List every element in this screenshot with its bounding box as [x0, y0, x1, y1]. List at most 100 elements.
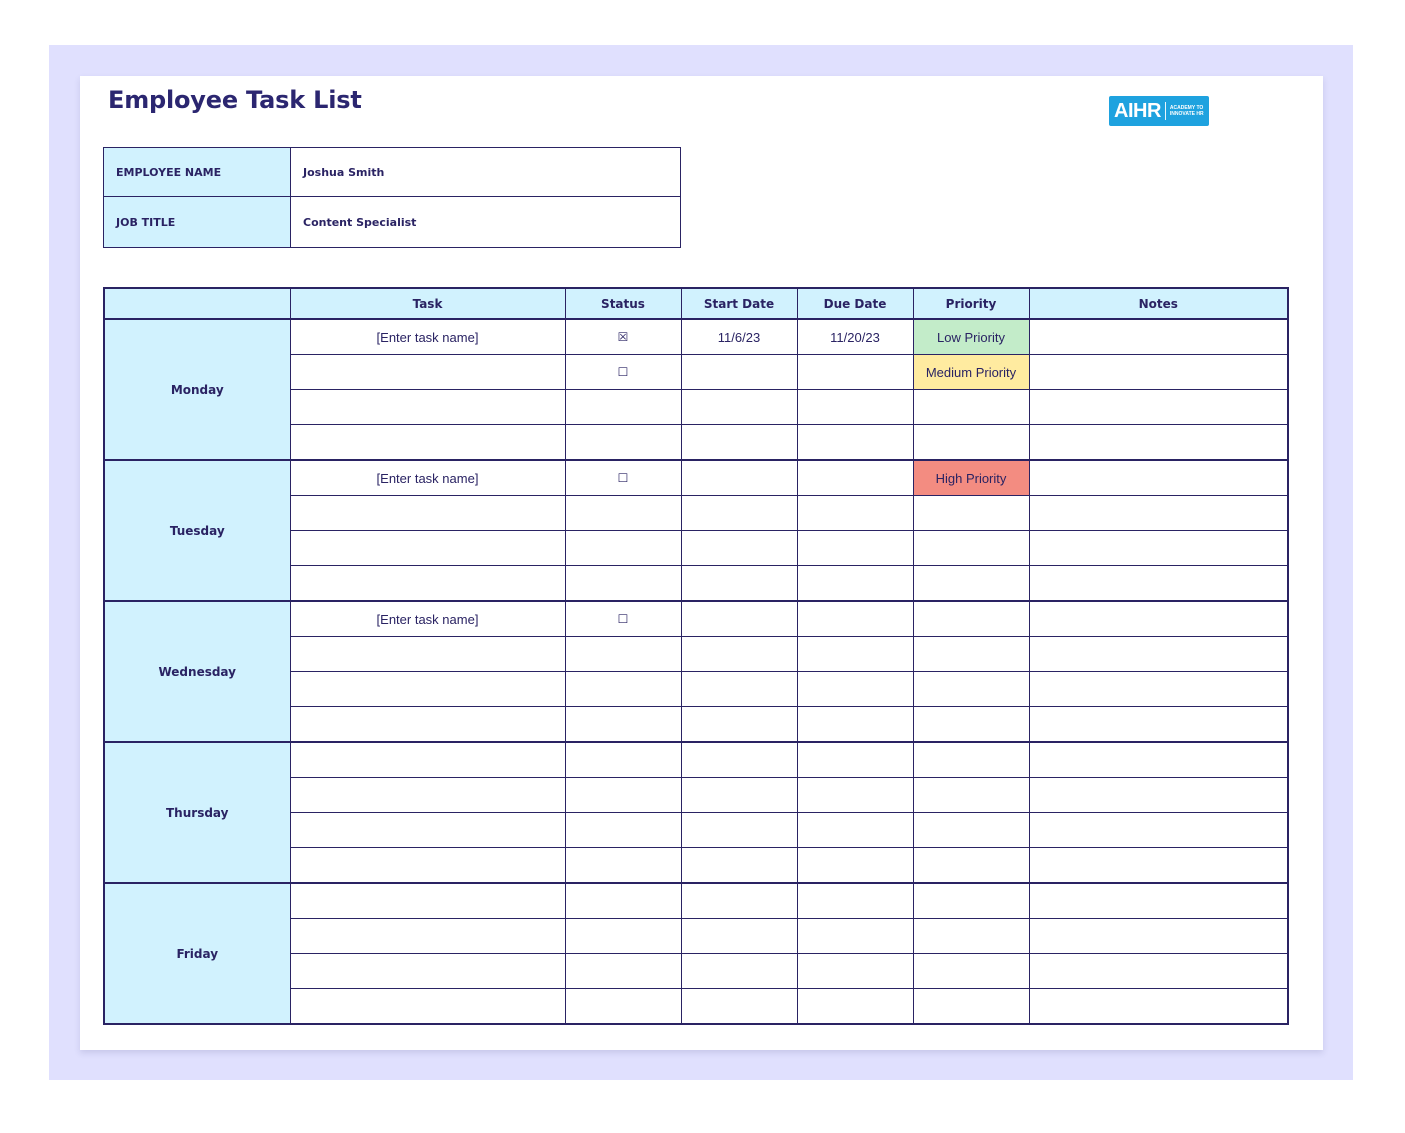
status-checkbox[interactable]	[564, 741, 682, 778]
employee-name-field[interactable]: Joshua Smith	[290, 147, 681, 197]
priority-cell[interactable]	[912, 988, 1030, 1025]
task-cell[interactable]	[289, 988, 566, 1025]
priority-cell[interactable]	[912, 847, 1030, 884]
task-cell[interactable]	[289, 671, 566, 707]
notes-cell[interactable]	[1028, 918, 1289, 954]
due-date-cell[interactable]	[796, 988, 914, 1025]
notes-cell[interactable]	[1028, 812, 1289, 848]
status-checkbox[interactable]	[564, 671, 682, 707]
task-cell[interactable]	[289, 530, 566, 566]
task-cell[interactable]	[289, 741, 566, 778]
start-date-cell[interactable]	[680, 389, 798, 425]
notes-cell[interactable]	[1028, 882, 1289, 919]
status-checkbox[interactable]	[564, 882, 682, 919]
start-date-cell[interactable]: 11/6/23	[680, 318, 798, 355]
start-date-cell[interactable]	[680, 530, 798, 566]
due-date-cell[interactable]	[796, 354, 914, 390]
notes-cell[interactable]	[1028, 671, 1289, 707]
priority-cell[interactable]	[912, 600, 1030, 637]
status-checkbox[interactable]: ☐	[564, 600, 682, 637]
priority-cell[interactable]	[912, 918, 1030, 954]
status-checkbox[interactable]	[564, 424, 682, 461]
status-checkbox[interactable]	[564, 636, 682, 672]
status-checkbox[interactable]	[564, 918, 682, 954]
priority-cell[interactable]: Low Priority	[912, 318, 1030, 355]
notes-cell[interactable]	[1028, 636, 1289, 672]
status-checkbox[interactable]: ☐	[564, 354, 682, 390]
due-date-cell[interactable]	[796, 600, 914, 637]
start-date-cell[interactable]	[680, 918, 798, 954]
notes-cell[interactable]	[1028, 706, 1289, 743]
task-cell[interactable]	[289, 424, 566, 461]
notes-cell[interactable]	[1028, 847, 1289, 884]
notes-cell[interactable]	[1028, 530, 1289, 566]
start-date-cell[interactable]	[680, 741, 798, 778]
task-cell[interactable]	[289, 389, 566, 425]
due-date-cell[interactable]	[796, 671, 914, 707]
start-date-cell[interactable]	[680, 953, 798, 989]
notes-cell[interactable]	[1028, 459, 1289, 496]
status-checkbox[interactable]: ☒	[564, 318, 682, 355]
start-date-cell[interactable]	[680, 671, 798, 707]
start-date-cell[interactable]	[680, 847, 798, 884]
priority-cell[interactable]	[912, 424, 1030, 461]
start-date-cell[interactable]	[680, 600, 798, 637]
notes-cell[interactable]	[1028, 318, 1289, 355]
start-date-cell[interactable]	[680, 706, 798, 743]
task-cell[interactable]	[289, 495, 566, 531]
due-date-cell[interactable]	[796, 918, 914, 954]
notes-cell[interactable]	[1028, 389, 1289, 425]
notes-cell[interactable]	[1028, 424, 1289, 461]
task-cell[interactable]: [Enter task name]	[289, 459, 566, 496]
notes-cell[interactable]	[1028, 988, 1289, 1025]
priority-cell[interactable]	[912, 495, 1030, 531]
status-checkbox[interactable]	[564, 706, 682, 743]
status-checkbox[interactable]	[564, 988, 682, 1025]
task-cell[interactable]	[289, 847, 566, 884]
notes-cell[interactable]	[1028, 354, 1289, 390]
priority-cell[interactable]	[912, 671, 1030, 707]
task-cell[interactable]	[289, 354, 566, 390]
task-cell[interactable]	[289, 706, 566, 743]
task-cell[interactable]: [Enter task name]	[289, 318, 566, 355]
status-checkbox[interactable]: ☐	[564, 459, 682, 496]
start-date-cell[interactable]	[680, 459, 798, 496]
due-date-cell[interactable]	[796, 882, 914, 919]
task-cell[interactable]	[289, 636, 566, 672]
status-checkbox[interactable]	[564, 565, 682, 602]
notes-cell[interactable]	[1028, 495, 1289, 531]
start-date-cell[interactable]	[680, 882, 798, 919]
notes-cell[interactable]	[1028, 777, 1289, 813]
task-cell[interactable]	[289, 953, 566, 989]
start-date-cell[interactable]	[680, 777, 798, 813]
start-date-cell[interactable]	[680, 988, 798, 1025]
due-date-cell[interactable]	[796, 424, 914, 461]
due-date-cell[interactable]	[796, 389, 914, 425]
task-cell[interactable]	[289, 882, 566, 919]
status-checkbox[interactable]	[564, 847, 682, 884]
priority-cell[interactable]: High Priority	[912, 459, 1030, 496]
status-checkbox[interactable]	[564, 777, 682, 813]
task-cell[interactable]	[289, 565, 566, 602]
priority-cell[interactable]	[912, 389, 1030, 425]
job-title-field[interactable]: Content Specialist	[290, 196, 681, 248]
priority-cell[interactable]	[912, 530, 1030, 566]
due-date-cell[interactable]	[796, 530, 914, 566]
priority-cell[interactable]: Medium Priority	[912, 354, 1030, 390]
status-checkbox[interactable]	[564, 953, 682, 989]
due-date-cell[interactable]	[796, 812, 914, 848]
due-date-cell[interactable]	[796, 741, 914, 778]
due-date-cell[interactable]	[796, 953, 914, 989]
start-date-cell[interactable]	[680, 565, 798, 602]
due-date-cell[interactable]	[796, 777, 914, 813]
priority-cell[interactable]	[912, 565, 1030, 602]
priority-cell[interactable]	[912, 812, 1030, 848]
status-checkbox[interactable]	[564, 495, 682, 531]
due-date-cell[interactable]	[796, 565, 914, 602]
status-checkbox[interactable]	[564, 389, 682, 425]
due-date-cell[interactable]	[796, 847, 914, 884]
priority-cell[interactable]	[912, 636, 1030, 672]
start-date-cell[interactable]	[680, 636, 798, 672]
due-date-cell[interactable]	[796, 495, 914, 531]
priority-cell[interactable]	[912, 777, 1030, 813]
